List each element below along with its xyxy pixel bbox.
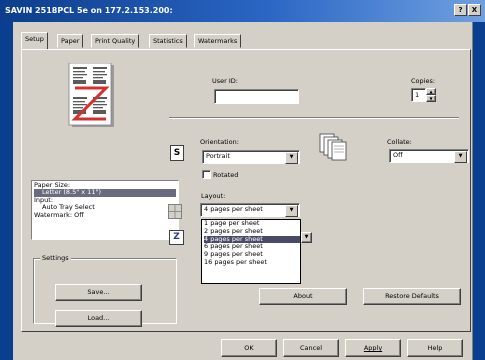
user-id-field[interactable] (214, 89, 299, 104)
orientation-label: Orientation: (200, 138, 239, 146)
copies-field[interactable]: 1 (411, 88, 426, 102)
tab-setup[interactable]: Setup (21, 32, 48, 49)
print-properties-dialog: Setup Paper Print Quality Statistics Wat… (13, 22, 473, 360)
settings-group-label: Settings (40, 254, 71, 262)
copies-label: Copies: (411, 77, 436, 85)
restore-defaults-button[interactable]: Restore Defaults (363, 288, 461, 305)
collate-label: Collate: (387, 138, 412, 146)
layout-label: Layout: (201, 192, 226, 200)
save-button[interactable]: Save... (55, 284, 142, 301)
collate-select[interactable]: Off ▼ (389, 149, 469, 163)
chevron-down-icon: ▼ (285, 152, 298, 164)
tab-print-quality[interactable]: Print Quality (91, 34, 140, 48)
orientation-select[interactable]: Portrait ▼ (202, 150, 300, 164)
window-titlebar: SAVIN 2518PCL 5e on 177.2.153.200: (0, 0, 485, 22)
close-title-button[interactable]: X (468, 4, 481, 16)
apply-button[interactable]: Apply (345, 339, 401, 357)
orientation-value: Portrait (206, 152, 230, 160)
page-preview-icon (66, 62, 118, 131)
tab-watermarks[interactable]: Watermarks (194, 34, 242, 48)
chevron-down-icon: ▼ (454, 151, 467, 163)
cancel-button[interactable]: Cancel (283, 339, 339, 357)
layout-grid-icon (168, 204, 182, 219)
load-button[interactable]: Load... (55, 310, 142, 327)
chevron-down-icon: ▼ (285, 205, 298, 217)
paper-size-value: Letter (8.5" x 11") (34, 188, 176, 197)
window-title: SAVIN 2518PCL 5e on 177.2.153.200: (5, 6, 173, 15)
help-button[interactable]: Help (407, 339, 463, 357)
layout-value: 4 pages per sheet (204, 205, 263, 213)
collate-pages-icon (319, 133, 349, 161)
rotated-checkbox[interactable] (202, 170, 211, 179)
layout-select[interactable]: 4 pages per sheet ▼ (200, 203, 300, 217)
layout-option-16[interactable]: 16 pages per sheet (204, 258, 300, 267)
tab-statistics[interactable]: Statistics (149, 34, 187, 48)
copies-down-icon[interactable]: ▼ (426, 95, 436, 102)
settings-summary-list: Paper Size: Letter (8.5" x 11") Input: A… (31, 180, 179, 240)
copies-up-icon[interactable]: ▲ (426, 88, 436, 95)
about-button[interactable]: About (259, 288, 347, 305)
separator (169, 117, 459, 119)
orientation-icon: S (170, 145, 184, 161)
layout-dropdown-list: 1 page per sheet 2 pages per sheet 4 pag… (201, 219, 301, 284)
binding-order-icon: Z (169, 230, 184, 245)
user-id-label: User ID: (212, 77, 238, 85)
collate-value: Off (393, 151, 403, 159)
binding-select-chevron-down-icon[interactable]: ▼ (301, 232, 312, 243)
rotated-label: Rotated (213, 171, 239, 179)
help-title-button[interactable]: ? (454, 4, 467, 16)
watermark-summary: Watermark: Off (34, 210, 84, 219)
ok-button[interactable]: OK (221, 339, 277, 357)
tab-paper[interactable]: Paper (57, 34, 84, 48)
